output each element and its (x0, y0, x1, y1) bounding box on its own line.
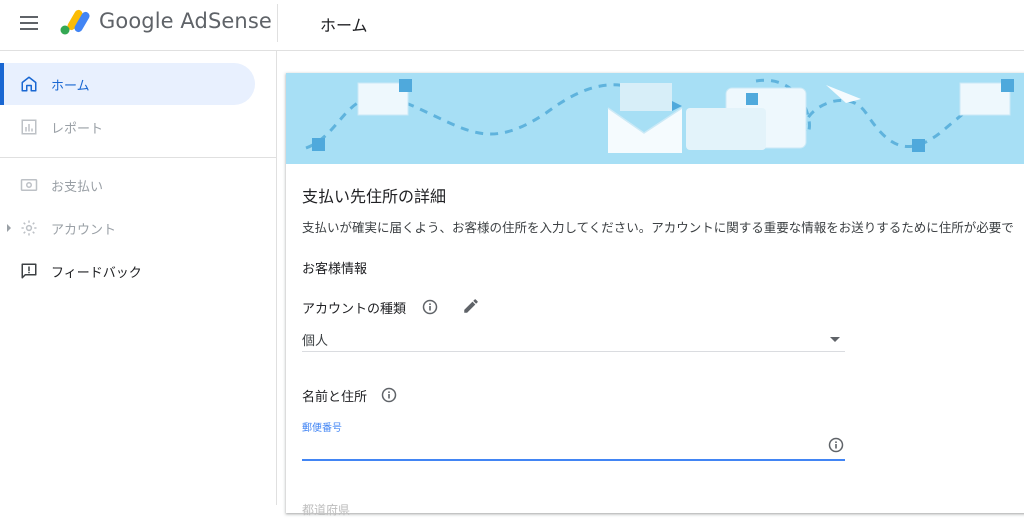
account-type-select[interactable]: 個人 (302, 325, 845, 352)
sidebar-item-feedback[interactable]: フィードバック (0, 250, 255, 292)
info-icon[interactable] (381, 387, 397, 403)
sidebar-item-label: ホーム (51, 79, 90, 94)
prefecture-label: 都道府県 (302, 503, 351, 517)
name-address-label: 名前と住所 (302, 390, 368, 405)
top-divider (277, 4, 278, 42)
mail-illustration (305, 78, 1014, 153)
account-type-value: 個人 (302, 334, 329, 349)
sidebar-item-home[interactable]: ホーム (0, 63, 255, 105)
brand-name[interactable]: Google AdSense (99, 9, 272, 33)
customer-info-heading: お客様情報 (302, 262, 368, 277)
payment-address-card: 支払い先住所の詳細 支払いが確実に届くよう、お客様の住所を入力してください。アカ… (286, 73, 1024, 517)
expand-arrow-icon[interactable] (7, 224, 11, 232)
dropdown-arrow-icon (830, 337, 840, 342)
feedback-icon (21, 263, 37, 279)
info-icon[interactable] (828, 437, 844, 453)
sidebar-item-reports[interactable]: レポート (0, 106, 255, 148)
sidebar-item-label: フィードバック (51, 266, 142, 281)
sidebar-item-label: レポート (51, 122, 104, 137)
postal-code-input[interactable] (302, 435, 826, 457)
sidebar-item-payments[interactable]: お支払い (0, 164, 255, 206)
info-icon[interactable] (422, 299, 438, 315)
postal-code-field[interactable]: 郵便番号 (302, 417, 845, 461)
menu-icon[interactable] (20, 16, 38, 30)
account-type-label: アカウントの種類 (302, 302, 407, 317)
page-title: ホーム (320, 16, 368, 35)
sidebar: ホーム レポート お支払い アカウント フィードバック (0, 51, 277, 505)
card-description: 支払いが確実に届くよう、お客様の住所を入力してください。アカウントに関する重要な… (302, 220, 1014, 235)
bar-chart-icon (21, 119, 37, 135)
payments-icon (20, 179, 38, 191)
home-icon (21, 76, 37, 92)
sidebar-item-label: お支払い (51, 180, 104, 195)
edit-icon[interactable] (462, 297, 480, 315)
gear-icon (21, 220, 37, 236)
sidebar-item-account[interactable]: アカウント (0, 207, 255, 249)
sidebar-divider (0, 157, 276, 158)
top-app-bar: Google AdSense ホーム (0, 0, 1024, 51)
postal-code-label: 郵便番号 (302, 423, 342, 434)
card-title: 支払い先住所の詳細 (302, 187, 447, 206)
adsense-logo-icon (60, 9, 90, 35)
sidebar-item-label: アカウント (51, 223, 117, 238)
mail-illustration-banner (286, 73, 1024, 164)
